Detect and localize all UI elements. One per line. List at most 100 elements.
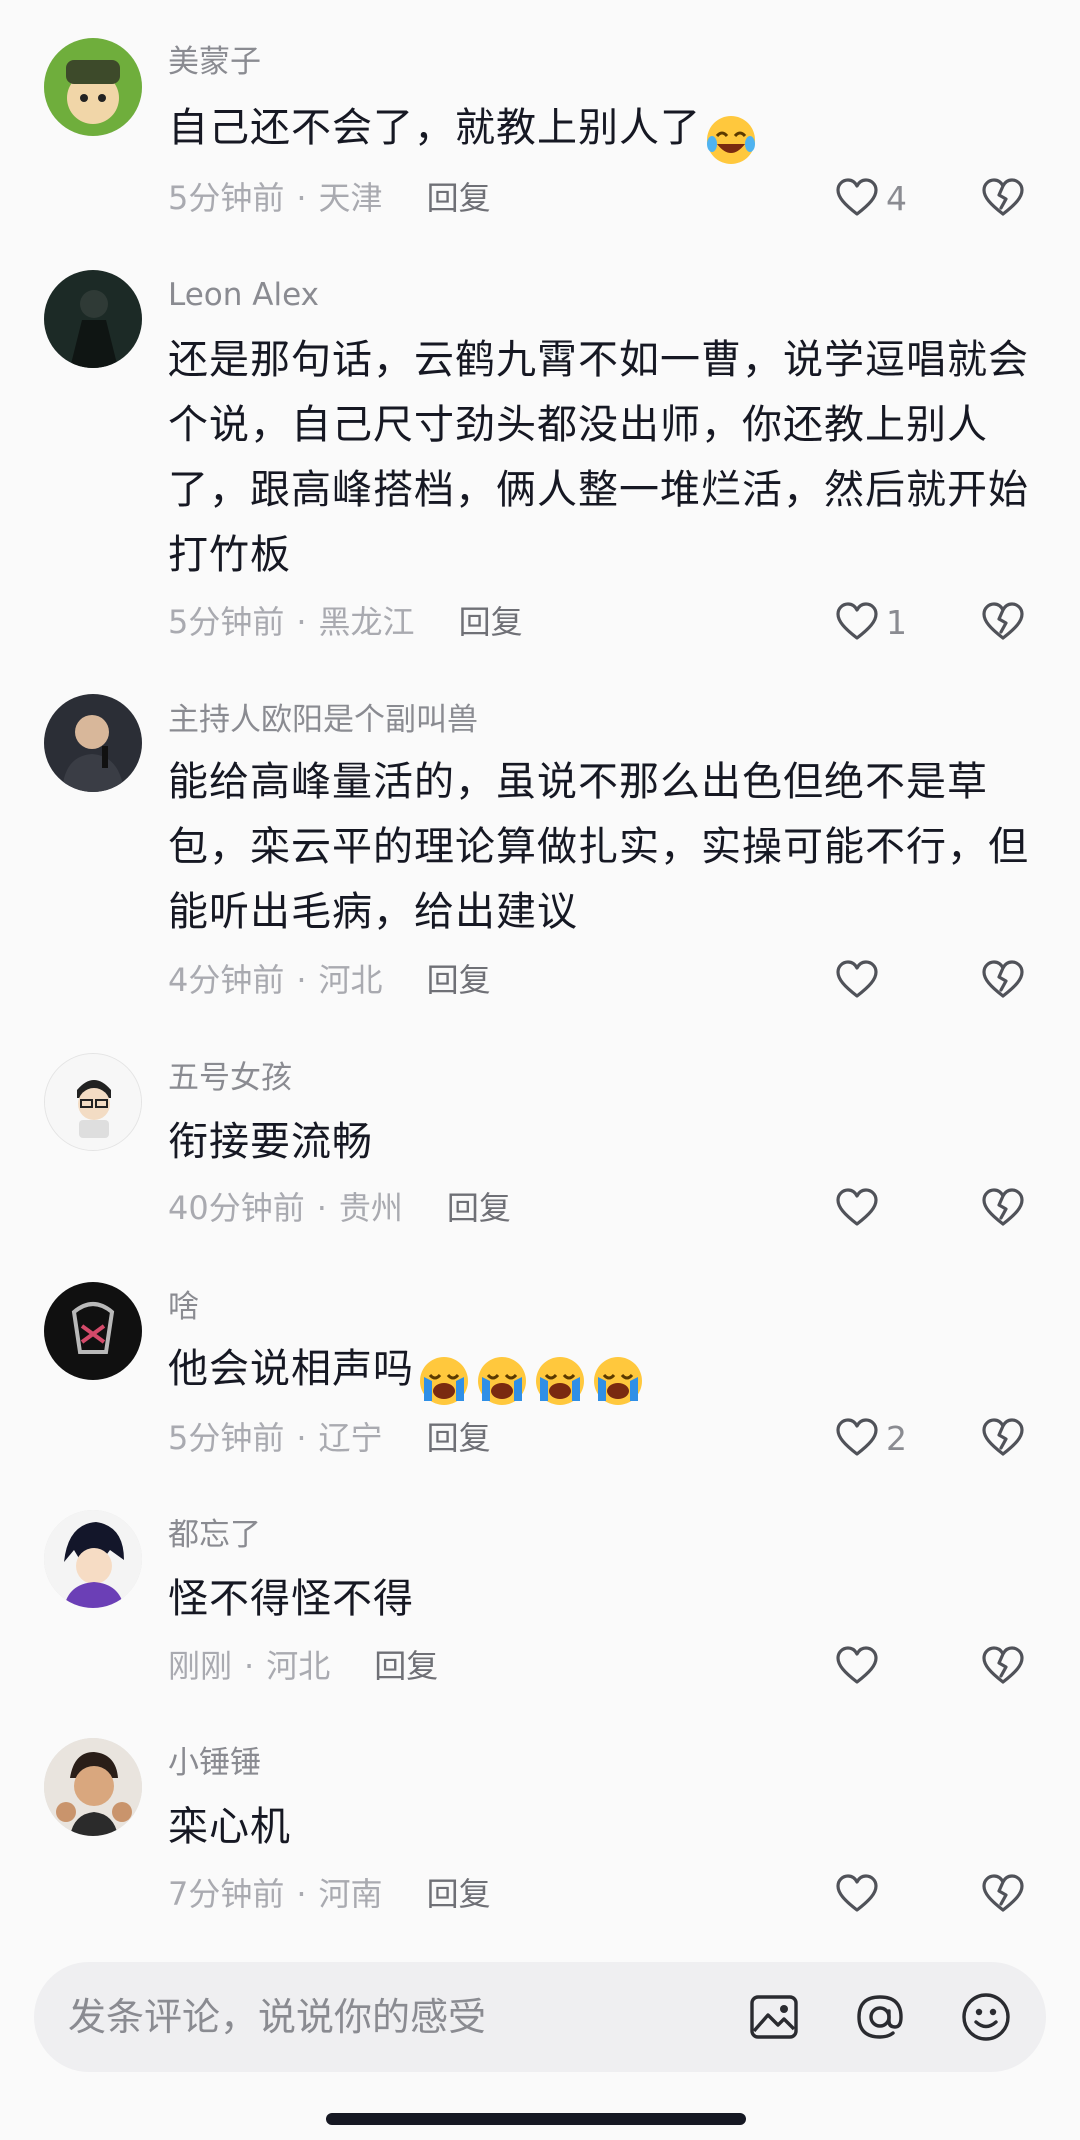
broken-heart-icon <box>982 1418 1024 1456</box>
timestamp: 5分钟前 <box>168 603 285 641</box>
image-button[interactable] <box>746 1989 802 2045</box>
timestamp: 5分钟前 <box>168 1419 285 1457</box>
timestamp: 40分钟前 <box>168 1189 305 1227</box>
location: 河南 <box>318 1875 383 1913</box>
heart-icon <box>836 1188 878 1226</box>
comment-line: 怪不得怪不得 <box>168 1576 414 1622</box>
comment-line: 包，栾云平的理论算做扎实，实操可能不行，但 <box>168 824 1029 870</box>
like-count: 2 <box>886 1418 907 1458</box>
comment-text: 栾心机 <box>168 1795 1038 1860</box>
username[interactable]: 五号女孩 <box>168 1058 292 1098</box>
broken-heart-icon <box>982 178 1024 216</box>
reply-button[interactable]: 回复 <box>459 603 523 641</box>
comment-line: 能给高峰量活的，虽说不那么出色但绝不是草 <box>168 759 988 805</box>
reply-button[interactable]: 回复 <box>447 1189 511 1227</box>
broken-heart-icon <box>982 1188 1024 1226</box>
timestamp: 4分钟前 <box>168 961 285 999</box>
comment-line: 打竹板 <box>168 532 291 578</box>
location: 天津 <box>318 179 383 217</box>
comment-meta: 刚刚 · 河北 回复 <box>168 1647 439 1685</box>
comment-text: 衔接要流畅 <box>168 1110 1038 1175</box>
avatar[interactable] <box>44 1282 142 1380</box>
heart-icon <box>836 602 878 640</box>
comment-text: 他会说相声吗 <box>168 1337 1038 1412</box>
dislike-button[interactable] <box>980 175 1026 221</box>
like-button[interactable]: 1 <box>834 597 912 647</box>
comment-input-bar[interactable]: 发条评论，说说你的感受 <box>34 1962 1046 2072</box>
dislike-button[interactable] <box>980 1871 1026 1917</box>
broken-heart-icon <box>982 1646 1024 1684</box>
username[interactable]: Leon Alex <box>168 275 319 315</box>
heart-icon <box>836 178 878 216</box>
location: 黑龙江 <box>318 603 415 641</box>
crying-laughing-emoji-icon <box>420 1357 468 1405</box>
dislike-button[interactable] <box>980 1185 1026 1231</box>
reply-button[interactable]: 回复 <box>374 1647 438 1685</box>
like-button[interactable] <box>834 1869 912 1919</box>
reply-button[interactable]: 回复 <box>427 1419 491 1457</box>
dislike-button[interactable] <box>980 957 1026 1003</box>
mention-button[interactable] <box>852 1989 908 2045</box>
like-button[interactable] <box>834 1183 912 1233</box>
avatar[interactable] <box>44 1738 142 1836</box>
comment-meta: 4分钟前 · 河北 回复 <box>168 961 491 999</box>
comment-text: 还是那句话，云鹤九霄不如一曹，说学逗唱就会 个说，自己尺寸劲头都没出师，你还教上… <box>168 328 1038 588</box>
comment-line: 衔接要流畅 <box>168 1119 373 1165</box>
comment-line: 他会说相声吗 <box>168 1346 414 1392</box>
emoji-icon <box>962 1993 1010 2041</box>
like-button[interactable]: 2 <box>834 1413 912 1463</box>
at-mention-icon <box>857 1995 903 2039</box>
heart-icon <box>836 1418 878 1456</box>
comment-text: 自己还不会了，就教上别人了 <box>168 96 1038 171</box>
comment-line: 个说，自己尺寸劲头都没出师，你还教上别人 <box>168 402 988 448</box>
reply-button[interactable]: 回复 <box>427 179 491 217</box>
dislike-button[interactable] <box>980 599 1026 645</box>
like-button[interactable] <box>834 1641 912 1691</box>
comment-meta: 5分钟前 · 辽宁 回复 <box>168 1419 491 1457</box>
comment-meta: 5分钟前 · 黑龙江 回复 <box>168 603 523 641</box>
image-icon <box>750 1995 798 2039</box>
username[interactable]: 主持人欧阳是个副叫兽 <box>168 700 478 740</box>
reply-button[interactable]: 回复 <box>427 961 491 999</box>
heart-icon <box>836 1874 878 1912</box>
timestamp: 5分钟前 <box>168 179 285 217</box>
reply-button[interactable]: 回复 <box>427 1875 491 1913</box>
crying-laughing-emoji-icon <box>478 1357 526 1405</box>
comment-text: 怪不得怪不得 <box>168 1567 1038 1632</box>
comment-meta: 5分钟前 · 天津 回复 <box>168 179 491 217</box>
username[interactable]: 啥 <box>168 1287 199 1327</box>
emoji-button[interactable] <box>958 1989 1014 2045</box>
comment-line: 还是那句话，云鹤九霄不如一曹，说学逗唱就会 <box>168 337 1029 383</box>
comment-line: 栾心机 <box>168 1804 291 1850</box>
like-button[interactable]: 4 <box>834 173 912 223</box>
heart-icon <box>836 960 878 998</box>
comment-line: 能听出毛病，给出建议 <box>168 889 578 935</box>
crying-laughing-emoji-icon <box>594 1357 642 1405</box>
comment-meta: 40分钟前 · 贵州 回复 <box>168 1189 511 1227</box>
timestamp: 刚刚 <box>168 1647 233 1685</box>
avatar[interactable] <box>44 1510 142 1608</box>
avatar[interactable] <box>44 38 142 136</box>
comment-text: 能给高峰量活的，虽说不那么出色但绝不是草 包，栾云平的理论算做扎实，实操可能不行… <box>168 750 1038 945</box>
like-button[interactable] <box>834 955 912 1005</box>
location: 辽宁 <box>318 1419 383 1457</box>
avatar[interactable] <box>44 1053 142 1151</box>
comment-meta: 7分钟前 · 河南 回复 <box>168 1875 491 1913</box>
comment-line: 了，跟高峰搭档，俩人整一堆烂活，然后就开始 <box>168 467 1029 513</box>
like-count: 1 <box>886 602 907 642</box>
dislike-button[interactable] <box>980 1643 1026 1689</box>
laughing-tears-emoji-icon <box>707 116 755 164</box>
dislike-button[interactable] <box>980 1415 1026 1461</box>
home-indicator[interactable] <box>326 2113 746 2125</box>
username[interactable]: 小锤锤 <box>168 1743 261 1783</box>
timestamp: 7分钟前 <box>168 1875 285 1913</box>
broken-heart-icon <box>982 602 1024 640</box>
comment-input[interactable]: 发条评论，说说你的感受 <box>68 1994 486 2040</box>
avatar[interactable] <box>44 270 142 368</box>
broken-heart-icon <box>982 960 1024 998</box>
location: 河北 <box>318 961 383 999</box>
username[interactable]: 美蒙子 <box>168 42 261 82</box>
avatar[interactable] <box>44 694 142 792</box>
username[interactable]: 都忘了 <box>168 1515 261 1555</box>
heart-icon <box>836 1646 878 1684</box>
